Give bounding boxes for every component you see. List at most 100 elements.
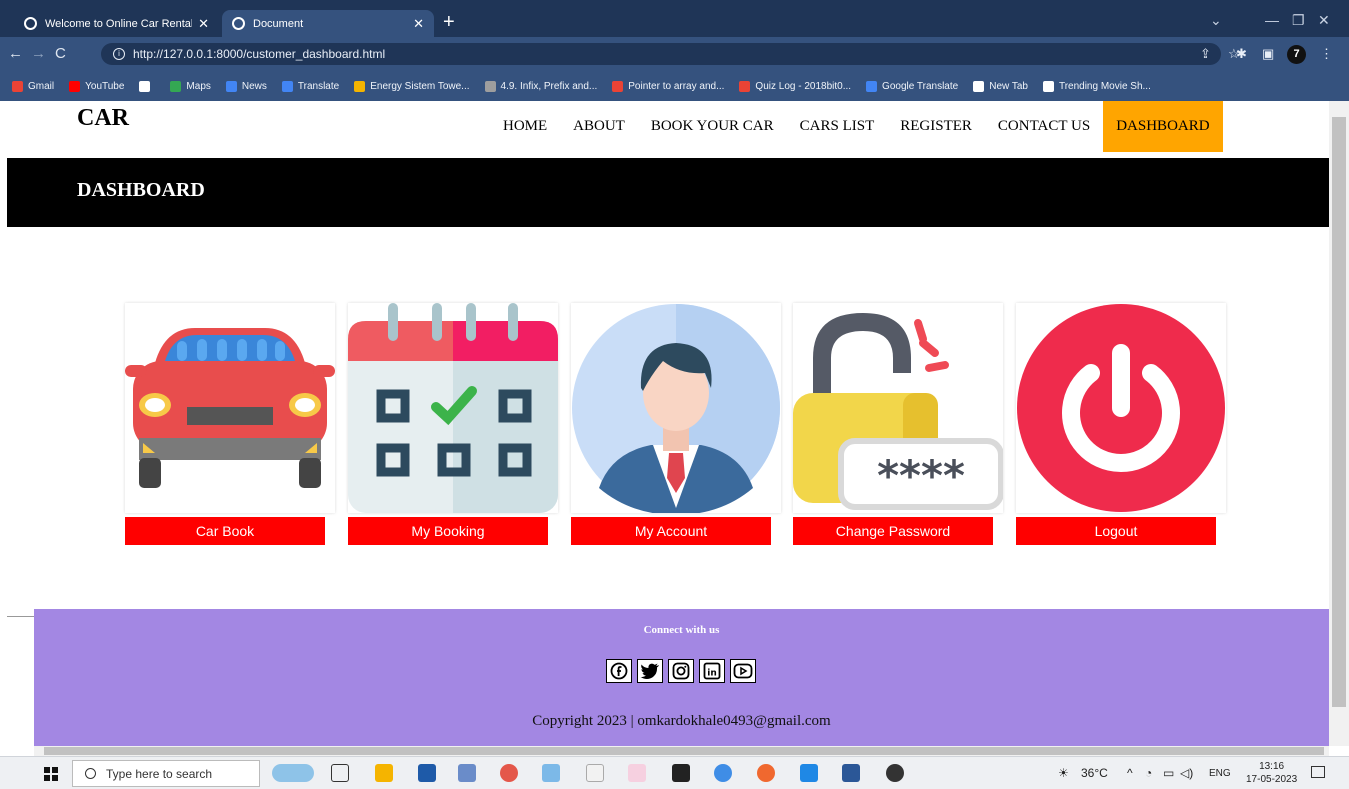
card-car-book[interactable]: Car Book	[125, 303, 335, 545]
restore-button[interactable]: ❐	[1292, 12, 1305, 29]
chrome-icon[interactable]	[714, 764, 732, 782]
card-change-password[interactable]: **** Change Password	[793, 303, 1003, 545]
bookmark-item[interactable]: 4.9. Infix, Prefix and...	[484, 80, 598, 92]
close-icon[interactable]: ✕	[413, 16, 424, 32]
share-icon[interactable]: ⇪	[1200, 46, 1211, 62]
nav-contact-us[interactable]: CONTACT US	[985, 101, 1103, 152]
linkedin-icon[interactable]: in	[699, 659, 725, 683]
bookmark-item[interactable]: Maps	[170, 80, 211, 92]
app-icon[interactable]	[542, 764, 560, 782]
weather-icon[interactable]: ☀	[1058, 766, 1069, 780]
horizontal-scrollbar[interactable]	[34, 746, 1329, 756]
terminal-icon[interactable]	[672, 764, 690, 782]
calendar-icon[interactable]	[348, 303, 558, 513]
vertical-scrollbar[interactable]	[1329, 101, 1349, 746]
notification-icon[interactable]	[1311, 766, 1325, 778]
card-my-account[interactable]: My Account	[571, 303, 781, 545]
logout-button[interactable]: Logout	[1016, 517, 1216, 545]
bookmark-item[interactable]	[139, 80, 155, 92]
search-icon	[85, 768, 96, 779]
weather-widget-icon[interactable]	[272, 764, 314, 782]
bookmark-item[interactable]: Trending Movie Sh...	[1042, 80, 1151, 92]
bookmark-favicon-icon	[612, 80, 624, 92]
bookmark-item[interactable]: Gmail	[12, 80, 54, 92]
bookmark-item[interactable]: New Tab	[973, 80, 1028, 92]
bookmark-label: 4.9. Infix, Prefix and...	[500, 80, 598, 92]
padlock-icon[interactable]: ****	[793, 303, 1003, 513]
taskbar-search-box[interactable]: Type here to search	[72, 760, 260, 787]
nav-register[interactable]: REGISTER	[887, 101, 985, 152]
battery-icon[interactable]: ▭	[1163, 766, 1174, 780]
volume-icon[interactable]: ◁)	[1180, 766, 1193, 780]
my-booking-button[interactable]: My Booking	[348, 517, 548, 545]
chrome-profile-icon[interactable]	[886, 764, 904, 782]
twitter-icon[interactable]	[637, 659, 663, 683]
word-icon[interactable]	[842, 764, 860, 782]
bookmark-item[interactable]: News	[225, 80, 267, 92]
file-explorer-icon[interactable]	[375, 764, 393, 782]
notepad-icon[interactable]	[586, 764, 604, 782]
language-indicator[interactable]: ENG	[1209, 768, 1231, 779]
car-book-button[interactable]: Car Book	[125, 517, 325, 545]
bookmark-favicon-icon	[1042, 80, 1054, 92]
site-info-icon[interactable]: i	[113, 48, 125, 60]
scrollbar-thumb[interactable]	[44, 747, 1324, 755]
side-panel-icon[interactable]: ▣	[1262, 46, 1274, 62]
scrollbar-thumb[interactable]	[1332, 117, 1346, 707]
browser-tab-welcome[interactable]: Welcome to Online Car Rental sy ✕	[14, 10, 219, 37]
car-icon[interactable]	[125, 303, 335, 513]
nav-dashboard[interactable]: DASHBOARD	[1103, 101, 1223, 152]
bookmark-label: YouTube	[85, 80, 125, 92]
back-button[interactable]: ←	[8, 45, 23, 62]
browser-tab-bar: Welcome to Online Car Rental sy ✕ Docume…	[0, 0, 1349, 37]
bookmark-item[interactable]: Pointer to array and...	[612, 80, 724, 92]
facebook-icon[interactable]	[606, 659, 632, 683]
new-tab-button[interactable]: +	[443, 12, 455, 32]
bookmark-favicon-icon	[69, 80, 81, 92]
globe-icon	[232, 17, 245, 30]
nav-cars-list[interactable]: CARS LIST	[787, 101, 888, 152]
nav-about[interactable]: ABOUT	[560, 101, 638, 152]
search-placeholder: Type here to search	[106, 766, 213, 781]
vscode-icon[interactable]	[800, 764, 818, 782]
menu-icon[interactable]: ⋮	[1320, 46, 1333, 62]
system-clock[interactable]: 13:16 17-05-2023	[1246, 760, 1297, 786]
nav-home[interactable]: HOME	[490, 101, 560, 152]
reload-button[interactable]: C	[55, 45, 66, 62]
user-avatar-icon[interactable]	[571, 303, 781, 513]
app-icon[interactable]	[458, 764, 476, 782]
task-view-icon[interactable]	[331, 764, 349, 782]
windows-start-icon[interactable]	[44, 767, 58, 781]
close-icon[interactable]: ✕	[198, 16, 209, 32]
bookmark-item[interactable]: Translate	[281, 80, 339, 92]
bookmark-item[interactable]: Google Translate	[866, 80, 958, 92]
network-icon[interactable]: ◔	[1145, 766, 1152, 780]
instagram-icon[interactable]	[668, 659, 694, 683]
card-my-booking[interactable]: My Booking	[348, 303, 558, 545]
chrome-icon[interactable]	[500, 764, 518, 782]
store-icon[interactable]	[418, 764, 436, 782]
tab-search-chevron-icon[interactable]: ⌄	[1210, 12, 1222, 29]
profile-avatar[interactable]: 7	[1287, 45, 1306, 64]
bookmark-item[interactable]: Energy Sistem Towe...	[354, 80, 470, 92]
power-icon[interactable]	[1016, 303, 1226, 513]
browser-tab-document[interactable]: Document ✕	[222, 10, 434, 37]
my-account-button[interactable]: My Account	[571, 517, 771, 545]
extensions-icon[interactable]: ✱	[1236, 46, 1247, 62]
tray-chevron-icon[interactable]: ^	[1127, 766, 1133, 780]
url-field[interactable]: i http://127.0.0.1:8000/customer_dashboa…	[101, 43, 1221, 65]
change-password-button[interactable]: Change Password	[793, 517, 993, 545]
bookmark-item[interactable]: YouTube	[69, 80, 125, 92]
bookmark-item[interactable]: Quiz Log - 2018bit0...	[739, 80, 851, 92]
forward-button[interactable]: →	[31, 45, 46, 62]
window-close-button[interactable]: ✕	[1318, 12, 1330, 29]
card-logout[interactable]: Logout	[1016, 303, 1226, 545]
snipping-tool-icon[interactable]	[628, 764, 646, 782]
nav-book-your-car[interactable]: BOOK YOUR CAR	[638, 101, 787, 152]
bookmark-favicon-icon	[12, 80, 23, 92]
youtube-icon[interactable]	[730, 659, 756, 683]
firefox-icon[interactable]	[757, 764, 775, 782]
site-logo[interactable]: CAR	[77, 105, 129, 132]
minimize-button[interactable]: —	[1265, 12, 1279, 28]
bookmark-label: Energy Sistem Towe...	[370, 80, 470, 92]
